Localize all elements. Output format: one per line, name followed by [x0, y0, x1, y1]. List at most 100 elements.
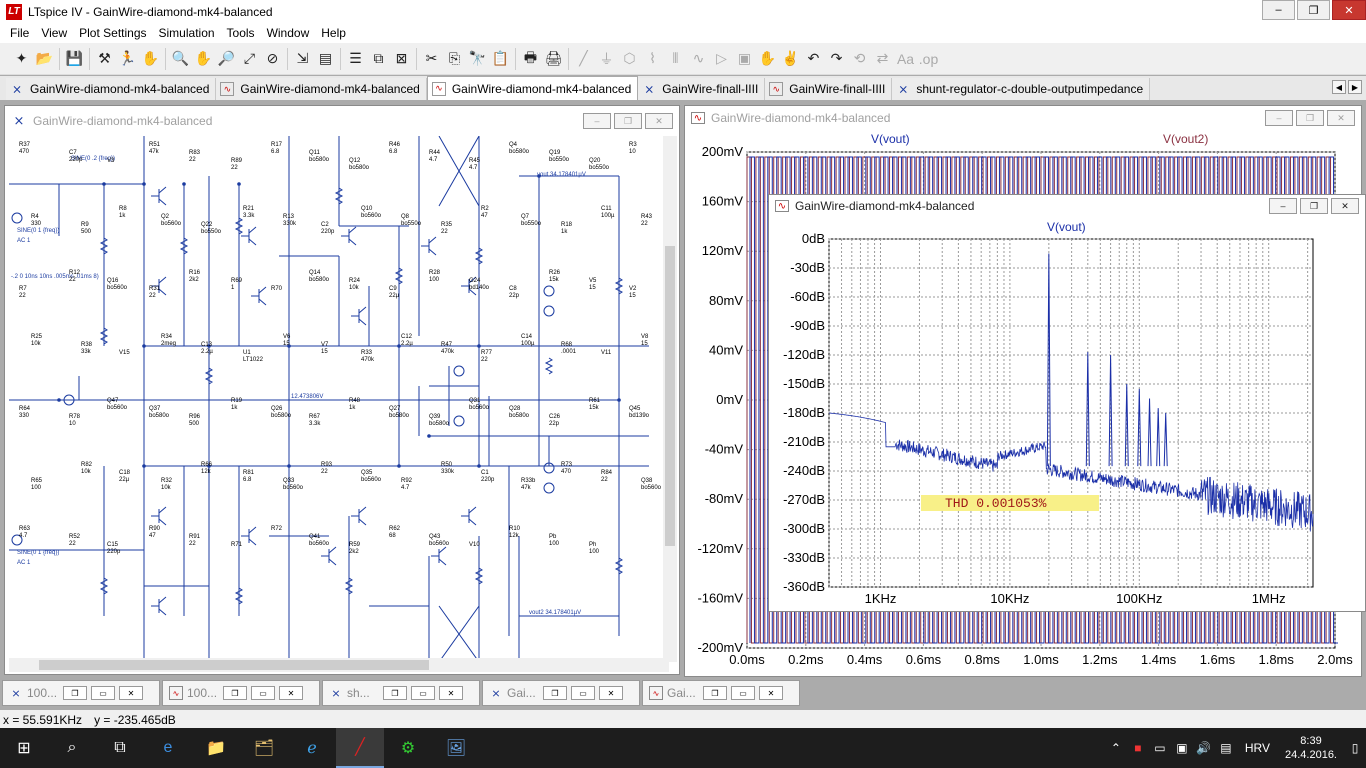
component-ref[interactable]: C2: [321, 222, 329, 228]
component-value[interactable]: 33k: [81, 349, 92, 355]
component-ref[interactable]: R10: [509, 526, 521, 532]
component-value[interactable]: 22p: [509, 293, 520, 299]
transistor-symbol[interactable]: [421, 236, 437, 256]
component-ref[interactable]: Q28: [509, 406, 521, 412]
voltage-source-symbol[interactable]: [543, 482, 555, 494]
schematic-net-label[interactable]: SINE(0 1 {freq}): [17, 550, 59, 556]
component-ref[interactable]: R44: [429, 150, 441, 156]
component-value[interactable]: 12k: [509, 533, 520, 539]
component-ref[interactable]: R26: [549, 270, 561, 276]
zoom-fit-icon[interactable]: ⤢: [238, 47, 261, 70]
component-ref[interactable]: C18: [119, 470, 131, 476]
ground-icon[interactable]: ⏚: [595, 47, 618, 70]
voltage-source-symbol[interactable]: [453, 415, 465, 427]
component-ref[interactable]: Q38: [641, 478, 653, 484]
component-ref[interactable]: R32: [161, 478, 173, 484]
edge-browser-icon[interactable]: e: [144, 728, 192, 768]
transistor-symbol[interactable]: [321, 546, 337, 566]
voltage-source-symbol[interactable]: [11, 212, 23, 224]
undo-icon[interactable]: ↶: [802, 47, 825, 70]
horizontal-scroll-thumb[interactable]: [39, 660, 429, 670]
component-ref[interactable]: R64: [19, 406, 31, 412]
component-value[interactable]: 100: [589, 549, 600, 555]
component-value[interactable]: 22µ: [119, 477, 130, 483]
component-value[interactable]: 220p: [107, 549, 121, 555]
component-value[interactable]: 500: [189, 421, 200, 427]
menu-view[interactable]: View: [35, 26, 73, 40]
voltage-source-symbol[interactable]: [543, 305, 555, 317]
minimized-window[interactable]: ∿ 100... ❐ ▭ ✕: [162, 680, 320, 706]
component-ref[interactable]: U1: [243, 350, 251, 356]
component-value[interactable]: 500: [81, 229, 92, 235]
capacitor-icon[interactable]: ⫴: [664, 47, 687, 70]
component-value[interactable]: 6.8: [271, 149, 280, 155]
component-ref[interactable]: R72: [271, 526, 283, 532]
component-value[interactable]: 470: [561, 469, 572, 475]
component-ref[interactable]: R12: [69, 270, 81, 276]
volume-icon[interactable]: 🔊: [1193, 741, 1215, 755]
child-minimize-button[interactable]: –: [1265, 110, 1293, 126]
child-restore-button[interactable]: ❐: [1296, 110, 1324, 126]
component-value[interactable]: bo560o: [107, 285, 128, 291]
component-value[interactable]: 15: [641, 341, 648, 347]
component-value[interactable]: 10k: [349, 285, 360, 291]
trace-label-vout2[interactable]: V(vout2): [1163, 132, 1208, 146]
component-ref[interactable]: Q14: [309, 270, 321, 276]
component-value[interactable]: 22: [69, 277, 76, 283]
component-ref[interactable]: R92: [401, 478, 413, 484]
component-value[interactable]: 22: [189, 157, 196, 163]
component-ref[interactable]: Q27: [389, 406, 401, 412]
component-ref[interactable]: Q4: [509, 142, 518, 148]
new-schematic-icon[interactable]: ✦: [10, 47, 33, 70]
component-ref[interactable]: Q2: [161, 214, 170, 220]
component-ref[interactable]: R2: [481, 206, 489, 212]
component-value[interactable]: 47: [481, 213, 488, 219]
component-ref[interactable]: R96: [189, 414, 201, 420]
antivirus-icon[interactable]: ■: [1127, 741, 1149, 755]
component-value[interactable]: 22: [149, 293, 156, 299]
component-ref[interactable]: C15: [107, 542, 119, 548]
mirror-icon[interactable]: ⇄: [871, 47, 894, 70]
voltage-source-symbol[interactable]: [543, 285, 555, 297]
component-ref[interactable]: R63: [19, 526, 31, 532]
schematic-net-label[interactable]: vout2 34.178401µV: [529, 610, 581, 616]
component-ref[interactable]: G24: [469, 278, 481, 284]
trace-label-vout[interactable]: V(vout): [871, 132, 910, 146]
component-ref[interactable]: Q31: [469, 398, 481, 404]
component-ref[interactable]: R8: [119, 206, 127, 212]
transistor-symbol[interactable]: [151, 506, 167, 526]
component-ref[interactable]: R52: [69, 534, 81, 540]
component-value[interactable]: bo550o: [401, 221, 422, 227]
component-ref[interactable]: Q33: [283, 478, 295, 484]
component-value[interactable]: bo580o: [309, 157, 330, 163]
component-value[interactable]: bo560o: [361, 213, 382, 219]
zoom-cancel-icon[interactable]: ⊘: [261, 47, 284, 70]
tab-scroll-left-icon[interactable]: ◀: [1332, 80, 1346, 94]
component-ref[interactable]: R31: [149, 286, 161, 292]
component-value[interactable]: 22: [69, 541, 76, 547]
transistor-symbol[interactable]: [241, 526, 257, 546]
component-value[interactable]: 220p: [69, 157, 83, 163]
component-value[interactable]: bo580o: [389, 413, 410, 419]
component-ref[interactable]: C7: [69, 150, 77, 156]
component-ref[interactable]: C11: [601, 206, 612, 212]
component-icon[interactable]: ▣: [733, 47, 756, 70]
component-value[interactable]: 15: [321, 349, 328, 355]
run-icon[interactable]: 🏃: [116, 47, 139, 70]
schematic-net-label[interactable]: -.2 0 10ns 10ns .005ms .01ms 8): [11, 274, 99, 280]
control-panel-icon[interactable]: ⚒: [93, 47, 116, 70]
component-ref[interactable]: V3: [107, 158, 115, 164]
move-icon[interactable]: ✋: [756, 47, 779, 70]
component-value[interactable]: 470: [19, 149, 30, 155]
minimize-button[interactable]: –: [1262, 0, 1295, 20]
component-value[interactable]: .0001: [561, 349, 577, 355]
component-ref[interactable]: Q47: [107, 398, 119, 404]
component-value[interactable]: 4.7: [429, 157, 438, 163]
component-value[interactable]: bo550o: [521, 221, 542, 227]
component-ref[interactable]: R46: [389, 142, 401, 148]
component-value[interactable]: 1k: [231, 405, 238, 411]
clock[interactable]: 8:39 24.4.2016.: [1278, 734, 1344, 762]
component-value[interactable]: 4.7: [469, 165, 478, 171]
component-ref[interactable]: Q26: [271, 406, 283, 412]
component-ref[interactable]: R35: [441, 222, 453, 228]
